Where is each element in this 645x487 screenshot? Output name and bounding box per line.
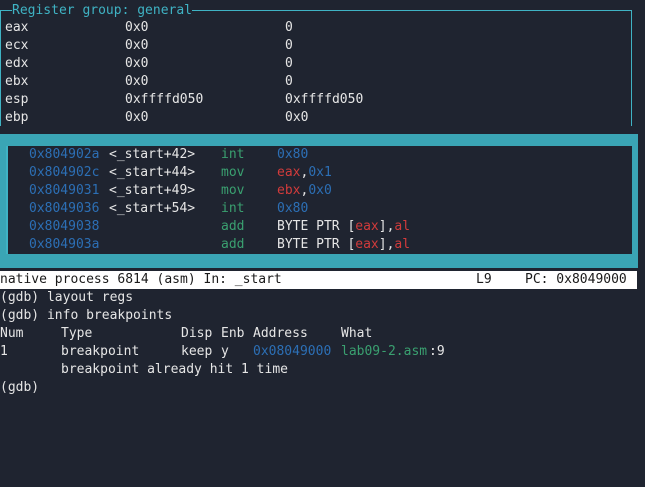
register-hex: 0x0: [125, 20, 149, 35]
asm-operands: ebx,0x0: [277, 182, 332, 200]
asm-operand-part: 0x1: [308, 165, 332, 180]
col-address: Address: [253, 326, 308, 341]
col-enb: Enb: [221, 326, 245, 341]
asm-operand-part: al: [394, 219, 411, 234]
asm-operand-part: BYTE PTR [: [277, 237, 356, 252]
asm-row[interactable]: 0x804902c <_start+44> mov eax,0x1: [8, 164, 628, 182]
asm-address: 0x804903a: [29, 237, 100, 252]
breakpoint-hit-info: breakpoint already hit 1 time: [61, 362, 288, 377]
asm-operands: 0x80: [277, 146, 308, 164]
asm-operand-part: 0x80: [277, 201, 309, 216]
register-hex: 0x0: [125, 38, 149, 53]
register-natural: 0: [285, 38, 293, 53]
asm-operand-part: ],: [378, 237, 395, 252]
bp-address: 0x08049000: [253, 344, 332, 359]
status-bar: native process 6814 (asm) In: _start L9 …: [0, 271, 637, 289]
asm-operand-part: eax: [355, 237, 379, 252]
console-line: (gdb) layout regs: [0, 290, 134, 305]
asm-mnemonic: add: [221, 237, 245, 252]
register-name: ebp: [5, 110, 29, 125]
register-natural: 0: [285, 56, 293, 71]
asm-mnemonic: mov: [221, 165, 245, 180]
asm-label: <_start+44>: [109, 165, 196, 180]
asm-mnemonic: add: [221, 219, 245, 234]
asm-row[interactable]: 0x804902a <_start+42> int 0x80: [8, 146, 628, 164]
bp-enb: y: [221, 344, 229, 359]
register-name: esp: [5, 92, 29, 107]
col-what: What: [341, 326, 373, 341]
asm-mnemonic: int: [221, 201, 245, 216]
col-type: Type: [61, 326, 93, 341]
asm-mnemonic: int: [221, 147, 245, 162]
asm-operand-part: eax: [355, 219, 379, 234]
asm-address: 0x804902c: [29, 165, 100, 180]
register-natural: 0x0: [285, 110, 309, 125]
asm-operands: BYTE PTR [eax],al: [277, 236, 410, 254]
bp-num: 1: [0, 344, 8, 359]
bp-disp: keep: [181, 344, 213, 359]
asm-operand-part: al: [394, 237, 411, 252]
register-name: edx: [5, 56, 29, 71]
register-natural: 0: [285, 20, 293, 35]
asm-address: 0x8049036: [29, 201, 100, 216]
asm-panel: 0x804902a <_start+42> int 0x80 0x804902c <_st…: [0, 134, 638, 268]
register-hex: 0xffffd050: [125, 92, 204, 107]
register-natural: 0xffffd050: [285, 92, 364, 107]
breakpoint-row: 1 breakpoint keep y 0x08049000 lab09-2.a…: [0, 343, 640, 361]
asm-address: 0x804902a: [29, 147, 100, 162]
register-name: ecx: [5, 38, 29, 53]
asm-address: 0x8049038: [29, 219, 100, 234]
asm-operand-part: eax: [277, 165, 301, 180]
register-panel-title: Register group: general: [12, 2, 193, 20]
asm-operands: eax,0x1: [277, 164, 332, 182]
status-line: L9: [476, 272, 492, 287]
register-hex: 0x0: [125, 110, 149, 125]
asm-row[interactable]: 0x804903a add BYTE PTR [eax],al: [8, 236, 628, 254]
console-prompt[interactable]: (gdb): [0, 379, 39, 397]
asm-operands: 0x80: [277, 200, 308, 218]
console-line: (gdb) info breakpoints: [0, 308, 173, 323]
register-natural: 0: [285, 74, 293, 89]
breakpoint-table-header: Num Type Disp Enb Address What: [0, 325, 640, 343]
asm-label: <_start+49>: [109, 183, 196, 198]
bp-type: breakpoint: [61, 344, 140, 359]
asm-address: 0x8049031: [29, 183, 100, 198]
asm-listing[interactable]: 0x804902a <_start+42> int 0x80 0x804902c <_st…: [6, 146, 632, 254]
register-name: eax: [5, 20, 29, 35]
col-num: Num: [0, 326, 24, 341]
register-hex: 0x0: [125, 56, 149, 71]
asm-row[interactable]: 0x8049038 add BYTE PTR [eax],al: [8, 218, 628, 236]
register-hex: 0x0: [125, 74, 149, 89]
asm-mnemonic: mov: [221, 183, 245, 198]
asm-operand-part: ],: [378, 219, 395, 234]
col-disp: Disp: [181, 326, 213, 341]
asm-row[interactable]: 0x8049031 <_start+49> mov ebx,0x0: [8, 182, 628, 200]
bp-file: lab09-2.asm: [341, 344, 428, 359]
asm-label: <_start+42>: [109, 147, 196, 162]
status-pc: PC: 0x8049000: [525, 272, 627, 287]
asm-operand-part: 0x80: [277, 147, 309, 162]
asm-label: <_start+54>: [109, 201, 196, 216]
asm-operand-part: 0x0: [308, 183, 332, 198]
asm-row[interactable]: 0x8049036 <_start+54> int 0x80: [8, 200, 628, 218]
bp-line: :9: [429, 344, 445, 359]
asm-operands: BYTE PTR [eax],al: [277, 218, 410, 236]
asm-operand-part: ebx: [277, 183, 301, 198]
status-process: native process 6814 (asm) In: _start: [0, 272, 282, 287]
asm-operand-part: BYTE PTR [: [277, 219, 356, 234]
register-name: ebx: [5, 74, 29, 89]
